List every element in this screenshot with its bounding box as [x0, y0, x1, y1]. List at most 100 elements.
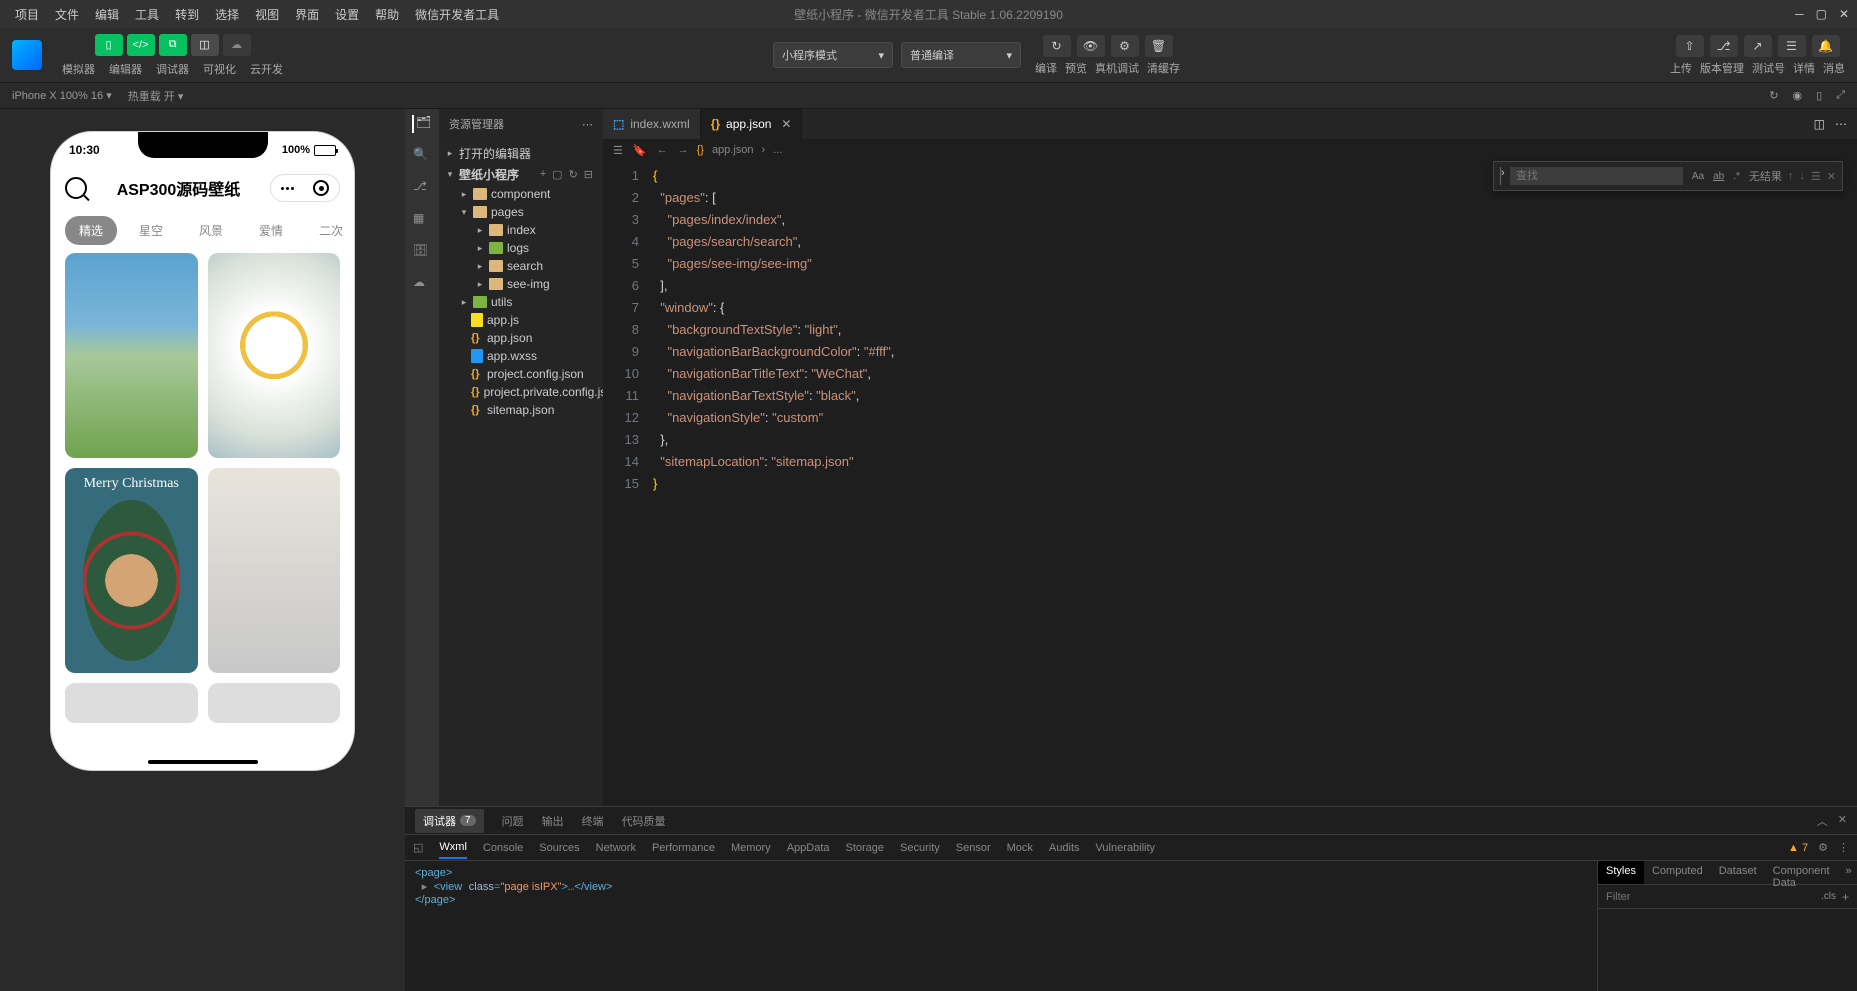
- folder-pages[interactable]: ▾pages: [439, 203, 603, 221]
- menu-goto[interactable]: 转到: [168, 2, 206, 27]
- devtab-memory[interactable]: Memory: [731, 838, 771, 858]
- menu-help[interactable]: 帮助: [368, 2, 406, 27]
- find-expand-icon[interactable]: ›: [1500, 167, 1504, 185]
- file-project-config[interactable]: {}project.config.json: [439, 365, 603, 383]
- tab-terminal[interactable]: 终端: [582, 813, 604, 829]
- devtab-network[interactable]: Network: [596, 838, 636, 858]
- folder-utils[interactable]: ▸utils: [439, 293, 603, 311]
- code-editor[interactable]: › Aa ab .* 无结果 ↑ ↓ ☰ ✕: [603, 161, 1857, 806]
- cloud-icon[interactable]: ☁: [413, 275, 431, 293]
- new-file-icon[interactable]: +: [540, 168, 546, 181]
- devtab-storage[interactable]: Storage: [846, 838, 885, 858]
- devtab-wxml[interactable]: Wxml: [439, 837, 467, 859]
- visual-button[interactable]: ◫: [191, 34, 219, 56]
- styletab-styles[interactable]: Styles: [1598, 861, 1644, 884]
- editor-button[interactable]: </>: [127, 34, 155, 56]
- close-capsule-icon[interactable]: [313, 180, 329, 196]
- wallpaper-card[interactable]: Merry Christmas: [65, 468, 198, 673]
- wallpaper-card[interactable]: [65, 683, 198, 723]
- tab-output[interactable]: 输出: [542, 813, 564, 829]
- styletab-more[interactable]: »: [1838, 861, 1857, 884]
- menu-wechat-devtools[interactable]: 微信开发者工具: [408, 2, 506, 27]
- devtab-vulnerability[interactable]: Vulnerability: [1096, 838, 1156, 858]
- folder-index[interactable]: ▸index: [439, 221, 603, 239]
- minimize-button[interactable]: ─: [1795, 7, 1804, 21]
- menu-tools[interactable]: 工具: [128, 2, 166, 27]
- code-content[interactable]: { "pages": [ "pages/index/index", "pages…: [653, 161, 1857, 806]
- forward-icon[interactable]: →: [678, 144, 689, 157]
- preview-button[interactable]: 👁: [1077, 35, 1105, 57]
- devtab-mock[interactable]: Mock: [1007, 838, 1033, 858]
- wallpaper-card[interactable]: [208, 683, 341, 723]
- capsule-menu[interactable]: [270, 174, 340, 202]
- folder-logs[interactable]: ▸logs: [439, 239, 603, 257]
- menu-project[interactable]: 项目: [8, 2, 46, 27]
- folder-see-img[interactable]: ▸see-img: [439, 275, 603, 293]
- close-button[interactable]: ✕: [1839, 7, 1849, 21]
- wallpaper-card[interactable]: [65, 253, 198, 458]
- tab-featured[interactable]: 精选: [65, 216, 117, 245]
- menu-interface[interactable]: 界面: [288, 2, 326, 27]
- settings-icon[interactable]: ⚙: [1818, 841, 1828, 854]
- more-icon[interactable]: ⋮: [1838, 841, 1849, 854]
- tab-anime[interactable]: 二次: [305, 216, 354, 245]
- breadcrumb-more[interactable]: ...: [773, 144, 782, 156]
- tab-debugger[interactable]: 调试器7: [415, 809, 484, 833]
- source-control-icon[interactable]: ⎇: [413, 179, 431, 197]
- mode-select[interactable]: 小程序模式▾: [773, 42, 893, 68]
- devtab-audits[interactable]: Audits: [1049, 838, 1080, 858]
- test-account-button[interactable]: ↗: [1744, 35, 1772, 57]
- devtab-security[interactable]: Security: [900, 838, 940, 858]
- file-app-wxss[interactable]: app.wxss: [439, 347, 603, 365]
- tab-stars[interactable]: 星空: [125, 216, 177, 245]
- tab-scenery[interactable]: 风景: [185, 216, 237, 245]
- clear-cache-button[interactable]: 🗑: [1145, 35, 1173, 57]
- extensions-icon[interactable]: ▦: [413, 211, 431, 229]
- tab-code-quality[interactable]: 代码质量: [622, 813, 666, 829]
- details-button[interactable]: ☰: [1778, 35, 1806, 57]
- regex-icon[interactable]: .*: [1730, 170, 1743, 183]
- warnings-badge[interactable]: ▲ 7: [1788, 842, 1808, 854]
- whole-word-icon[interactable]: ab: [1710, 170, 1727, 183]
- devtab-sensor[interactable]: Sensor: [956, 838, 991, 858]
- menu-file[interactable]: 文件: [48, 2, 86, 27]
- find-in-selection-icon[interactable]: ☰: [1811, 170, 1821, 183]
- menu-icon[interactable]: ☰: [613, 144, 623, 157]
- file-app-json[interactable]: {}app.json: [439, 329, 603, 347]
- menu-edit[interactable]: 编辑: [88, 2, 126, 27]
- project-root[interactable]: ▾壁纸小程序 + ▢ ↻ ⊟: [439, 164, 603, 185]
- devtab-performance[interactable]: Performance: [652, 838, 715, 858]
- remote-debug-button[interactable]: ⚙: [1111, 35, 1139, 57]
- match-case-icon[interactable]: Aa: [1689, 170, 1707, 183]
- file-sitemap[interactable]: {}sitemap.json: [439, 401, 603, 419]
- file-project-private[interactable]: {}project.private.config.js...: [439, 383, 603, 401]
- devtab-sources[interactable]: Sources: [539, 838, 579, 858]
- compile-select[interactable]: 普通编译▾: [901, 42, 1021, 68]
- tab-love[interactable]: 爱情: [245, 216, 297, 245]
- close-find-icon[interactable]: ✕: [1827, 170, 1836, 183]
- next-match-icon[interactable]: ↓: [1799, 170, 1805, 183]
- popout-icon[interactable]: ⤢: [1836, 89, 1845, 102]
- refresh-icon[interactable]: ↻: [569, 168, 578, 181]
- add-style-icon[interactable]: +: [1842, 890, 1849, 904]
- cls-toggle[interactable]: .cls: [1821, 891, 1836, 902]
- hot-reload-toggle[interactable]: 热重载 开 ▾: [128, 88, 184, 104]
- record-icon[interactable]: ◉: [1793, 89, 1803, 102]
- maximize-button[interactable]: ▢: [1816, 7, 1827, 21]
- devtab-appdata[interactable]: AppData: [787, 838, 830, 858]
- compile-button[interactable]: ↻: [1043, 35, 1071, 57]
- styletab-computed[interactable]: Computed: [1644, 861, 1711, 884]
- styles-filter-input[interactable]: [1606, 891, 1821, 903]
- open-editors-section[interactable]: ▸打开的编辑器: [439, 143, 603, 164]
- search-icon[interactable]: [65, 177, 87, 199]
- dom-tree[interactable]: <page> ▸ <view class="page isIPX">…</vie…: [405, 861, 1597, 991]
- wallpaper-card[interactable]: [208, 253, 341, 458]
- search-icon[interactable]: 🔍: [413, 147, 431, 165]
- styletab-dataset[interactable]: Dataset: [1711, 861, 1765, 884]
- collapse-panel-icon[interactable]: ︿: [1817, 813, 1828, 829]
- simulator-button[interactable]: ▯: [95, 34, 123, 56]
- more-icon[interactable]: [281, 187, 294, 190]
- file-app-js[interactable]: app.js: [439, 311, 603, 329]
- messages-button[interactable]: 🔔: [1812, 35, 1840, 57]
- folder-component[interactable]: ▸component: [439, 185, 603, 203]
